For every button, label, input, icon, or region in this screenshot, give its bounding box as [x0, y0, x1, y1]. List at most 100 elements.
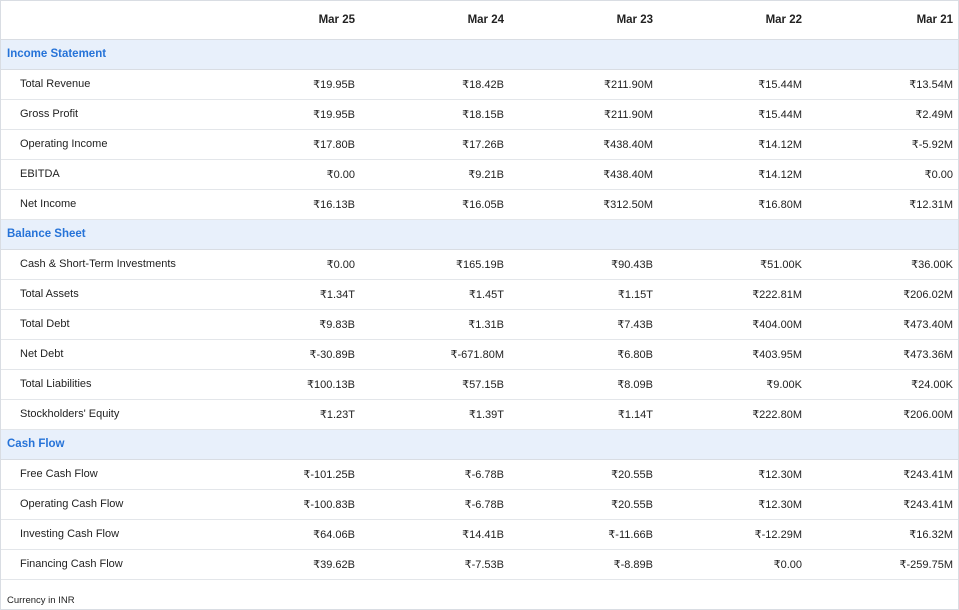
section-title: Cash Flow: [1, 429, 958, 460]
value-cell: ₹1.31B: [360, 309, 509, 340]
value-cell: ₹51.00K: [658, 249, 807, 280]
row-label: Cash & Short-Term Investments: [1, 249, 211, 280]
value-cell: ₹0.00: [211, 159, 360, 190]
table-row: Total Debt ₹9.83B ₹1.31B ₹7.43B ₹404.00M ₹473…: [1, 309, 958, 340]
value-cell: ₹2.49M: [807, 99, 958, 130]
value-cell: ₹-7.53B: [360, 549, 509, 580]
table-row: Net Debt ₹-30.89B ₹-671.80M ₹6.80B ₹403.95M ₹…: [1, 339, 958, 370]
table-row: Net Income ₹16.13B ₹16.05B ₹312.50M ₹16.80M ₹…: [1, 189, 958, 220]
value-cell: ₹9.21B: [360, 159, 509, 190]
row-label: Net Income: [1, 189, 211, 220]
value-cell: ₹-101.25B: [211, 459, 360, 490]
value-cell: ₹-11.66B: [509, 519, 658, 550]
table-row: Total Revenue ₹19.95B ₹18.42B ₹211.90M ₹15.4…: [1, 69, 958, 100]
value-cell: ₹16.32M: [807, 519, 958, 550]
column-header: Mar 23: [509, 1, 658, 40]
column-header: Mar 21: [807, 1, 958, 40]
value-cell: ₹39.62B: [211, 549, 360, 580]
value-cell: ₹17.26B: [360, 129, 509, 160]
value-cell: ₹222.81M: [658, 279, 807, 310]
section-header-row: Cash Flow: [1, 429, 958, 460]
value-cell: ₹-12.29M: [658, 519, 807, 550]
row-label: Free Cash Flow: [1, 459, 211, 490]
value-cell: ₹12.31M: [807, 189, 958, 220]
value-cell: ₹206.02M: [807, 279, 958, 310]
value-cell: ₹18.15B: [360, 99, 509, 130]
row-label: Operating Cash Flow: [1, 489, 211, 520]
row-label: Total Assets: [1, 279, 211, 310]
value-cell: ₹222.80M: [658, 399, 807, 430]
value-cell: ₹20.55B: [509, 489, 658, 520]
row-label: Operating Income: [1, 129, 211, 160]
value-cell: ₹0.00: [658, 549, 807, 580]
value-cell: ₹12.30M: [658, 459, 807, 490]
table-row: Operating Income ₹17.80B ₹17.26B ₹438.40M ₹1…: [1, 129, 958, 160]
table-row: Gross Profit ₹19.95B ₹18.15B ₹211.90M ₹15.44…: [1, 99, 958, 130]
value-cell: ₹-8.89B: [509, 549, 658, 580]
section-title: Income Statement: [1, 39, 958, 70]
table-row: Financing Cash Flow ₹39.62B ₹-7.53B ₹-8.89B…: [1, 549, 958, 580]
table-row: EBITDA ₹0.00 ₹9.21B ₹438.40M ₹14.12M ₹0.00: [1, 159, 958, 190]
value-cell: ₹90.43B: [509, 249, 658, 280]
value-cell: ₹24.00K: [807, 369, 958, 400]
row-label: Stockholders' Equity: [1, 399, 211, 430]
table-body: Income Statement Total Revenue ₹19.95B ₹18.…: [1, 39, 958, 580]
value-cell: ₹1.23T: [211, 399, 360, 430]
value-cell: ₹473.40M: [807, 309, 958, 340]
value-cell: ₹100.13B: [211, 369, 360, 400]
value-cell: ₹16.05B: [360, 189, 509, 220]
table-row: Investing Cash Flow ₹64.06B ₹14.41B ₹-11.66…: [1, 519, 958, 550]
section-header-row: Income Statement: [1, 39, 958, 70]
value-cell: ₹211.90M: [509, 99, 658, 130]
currency-note: Currency in INR: [7, 595, 75, 606]
value-cell: ₹-671.80M: [360, 339, 509, 370]
value-cell: ₹0.00: [807, 159, 958, 190]
row-label: Total Revenue: [1, 69, 211, 100]
value-cell: ₹-6.78B: [360, 459, 509, 490]
value-cell: ₹1.14T: [509, 399, 658, 430]
value-cell: ₹15.44M: [658, 69, 807, 100]
value-cell: ₹438.40M: [509, 159, 658, 190]
value-cell: ₹1.39T: [360, 399, 509, 430]
section-title: Balance Sheet: [1, 219, 958, 250]
value-cell: ₹20.55B: [509, 459, 658, 490]
value-cell: ₹13.54M: [807, 69, 958, 100]
row-label: Net Debt: [1, 339, 211, 370]
value-cell: ₹16.80M: [658, 189, 807, 220]
value-cell: ₹473.36M: [807, 339, 958, 370]
value-cell: ₹36.00K: [807, 249, 958, 280]
table-row: Total Liabilities ₹100.13B ₹57.15B ₹8.09B ₹9…: [1, 369, 958, 400]
value-cell: ₹0.00: [211, 249, 360, 280]
value-cell: ₹165.19B: [360, 249, 509, 280]
row-label: Total Debt: [1, 309, 211, 340]
value-cell: ₹243.41M: [807, 489, 958, 520]
value-cell: ₹18.42B: [360, 69, 509, 100]
value-cell: ₹14.12M: [658, 159, 807, 190]
table-row: Cash & Short-Term Investments ₹0.00 ₹165.1…: [1, 249, 958, 280]
table-row: Operating Cash Flow ₹-100.83B ₹-6.78B ₹20.5…: [1, 489, 958, 520]
value-cell: ₹243.41M: [807, 459, 958, 490]
value-cell: ₹64.06B: [211, 519, 360, 550]
value-cell: ₹9.00K: [658, 369, 807, 400]
value-cell: ₹404.00M: [658, 309, 807, 340]
value-cell: ₹7.43B: [509, 309, 658, 340]
value-cell: ₹19.95B: [211, 69, 360, 100]
value-cell: ₹-30.89B: [211, 339, 360, 370]
financials-panel: Mar 25 Mar 24 Mar 23 Mar 22 Mar 21 Incom…: [0, 0, 959, 610]
value-cell: ₹1.34T: [211, 279, 360, 310]
value-cell: ₹211.90M: [509, 69, 658, 100]
value-cell: ₹16.13B: [211, 189, 360, 220]
row-label: Investing Cash Flow: [1, 519, 211, 550]
column-header: Mar 25: [211, 1, 360, 40]
value-cell: ₹-259.75M: [807, 549, 958, 580]
value-cell: ₹1.45T: [360, 279, 509, 310]
value-cell: ₹14.41B: [360, 519, 509, 550]
financials-table: Mar 25 Mar 24 Mar 23 Mar 22 Mar 21 Incom…: [1, 1, 958, 580]
value-cell: ₹14.12M: [658, 129, 807, 160]
section-header-row: Balance Sheet: [1, 219, 958, 250]
header-row: Mar 25 Mar 24 Mar 23 Mar 22 Mar 21: [1, 1, 958, 40]
value-cell: ₹-100.83B: [211, 489, 360, 520]
value-cell: ₹12.30M: [658, 489, 807, 520]
value-cell: ₹-5.92M: [807, 129, 958, 160]
value-cell: ₹9.83B: [211, 309, 360, 340]
